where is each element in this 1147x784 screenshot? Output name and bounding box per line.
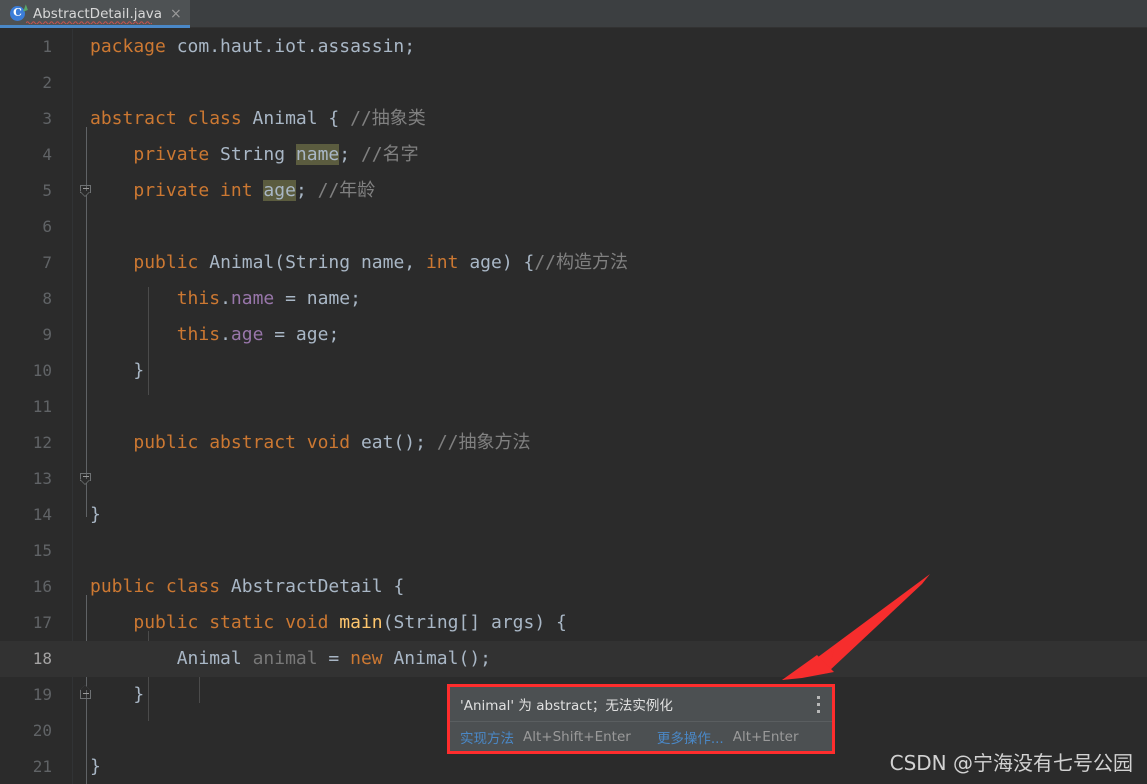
- code-line[interactable]: 5 private int age; //年龄: [0, 173, 1147, 209]
- code-text: package com.haut.iot.assassin;: [90, 36, 416, 57]
- line-number: 12: [32, 433, 52, 452]
- line-number: 9: [42, 325, 52, 344]
- code-text: public static void main(String[] args) {: [133, 612, 567, 633]
- close-icon[interactable]: ×: [170, 7, 182, 21]
- code-line[interactable]: 13: [0, 461, 1147, 497]
- error-message-text: 'Animal' 为 abstract；无法实例化: [460, 698, 673, 714]
- code-line[interactable]: 3 abstract class Animal { //抽象类: [0, 101, 1147, 197]
- line-number: 5: [42, 181, 52, 200]
- line-number: 17: [32, 613, 52, 632]
- line-number: 14: [32, 505, 52, 524]
- error-message-row: 'Animal' 为 abstract；无法实例化: [450, 687, 832, 722]
- error-actions-row: 实现方法 Alt+Shift+Enter 更多操作... Alt+Enter: [450, 722, 832, 751]
- line-number: 11: [32, 397, 52, 416]
- action-implement-methods-shortcut: Alt+Shift+Enter: [523, 728, 631, 745]
- line-number: 13: [32, 469, 52, 488]
- code-line[interactable]: 14 }: [0, 497, 1147, 533]
- csdn-watermark: CSDN @宁海没有七号公园: [889, 751, 1133, 775]
- line-number: 2: [42, 73, 52, 92]
- unused-field-name: name: [295, 144, 340, 165]
- code-line[interactable]: 10 }: [0, 353, 1147, 699]
- line-number: 21: [32, 757, 52, 776]
- code-line-current[interactable]: 18 Animal animal = new Animal();: [0, 641, 1147, 677]
- action-more-actions-shortcut: Alt+Enter: [732, 728, 799, 745]
- code-line[interactable]: 16 public class AbstractDetail {: [0, 569, 1147, 605]
- code-line[interactable]: 15: [0, 533, 1147, 569]
- code-text: }: [90, 504, 101, 525]
- code-text: }: [90, 360, 145, 381]
- code-line[interactable]: 1 package com.haut.iot.assassin;: [0, 29, 1147, 65]
- unused-field-age: age: [263, 180, 296, 201]
- code-line[interactable]: 7 public Animal(String name, int age) {/…: [0, 245, 1147, 485]
- code-text: }: [90, 756, 101, 777]
- line-number: 3: [42, 109, 52, 128]
- code-text: public Animal(String name, int age) {//构…: [133, 252, 629, 273]
- java-class-icon: C: [10, 4, 28, 22]
- line-number: 4: [42, 145, 52, 164]
- code-line[interactable]: 2: [0, 65, 1147, 101]
- line-number: 20: [32, 721, 52, 740]
- code-line[interactable]: 8 this.name = name;: [0, 281, 1147, 317]
- code-text: public class AbstractDetail {: [90, 576, 405, 597]
- code-text: Animal animal = new Animal();: [90, 648, 491, 669]
- code-text: public abstract void eat(); //抽象方法: [133, 432, 531, 453]
- line-number: 19: [32, 685, 52, 704]
- code-editor[interactable]: 1 package com.haut.iot.assassin; 2 3 abs…: [0, 29, 1147, 784]
- code-line[interactable]: 11: [0, 389, 1147, 425]
- line-number: 7: [42, 253, 52, 272]
- line-number: 1: [42, 37, 52, 56]
- code-text: private int age; //年龄: [133, 180, 376, 201]
- code-text: }: [90, 684, 145, 705]
- code-line[interactable]: 17 public static void main(String[] args…: [0, 605, 1147, 641]
- line-number: 16: [32, 577, 52, 596]
- action-implement-methods[interactable]: 实现方法: [460, 727, 514, 747]
- code-line[interactable]: 4 private String name; //名字: [0, 137, 1147, 173]
- code-line[interactable]: 9 this.age = age;: [0, 317, 1147, 353]
- error-tooltip-popup[interactable]: 'Animal' 为 abstract；无法实例化 实现方法 Alt+Shift…: [447, 684, 835, 754]
- line-number: 18: [32, 649, 52, 668]
- code-text: this.name = name;: [176, 288, 361, 309]
- code-text: private String name; //名字: [133, 144, 419, 165]
- action-more-actions[interactable]: 更多操作...: [657, 727, 724, 747]
- line-number: 8: [42, 289, 52, 308]
- line-number: 6: [42, 217, 52, 236]
- code-line[interactable]: 12 public abstract void eat(); //抽象方法: [0, 425, 1147, 461]
- line-number: 15: [32, 541, 52, 560]
- tab-abstractdetail-java[interactable]: C AbstractDetail.java ×: [0, 0, 190, 28]
- code-text: this.age = age;: [176, 324, 340, 345]
- code-line[interactable]: 6: [0, 209, 1147, 245]
- more-options-icon[interactable]: [817, 696, 821, 713]
- line-number: 10: [32, 361, 52, 380]
- editor-tab-bar: C AbstractDetail.java ×: [0, 0, 1147, 28]
- tab-error-squiggle-icon: [26, 21, 152, 24]
- code-text: abstract class Animal { //抽象类: [90, 108, 426, 129]
